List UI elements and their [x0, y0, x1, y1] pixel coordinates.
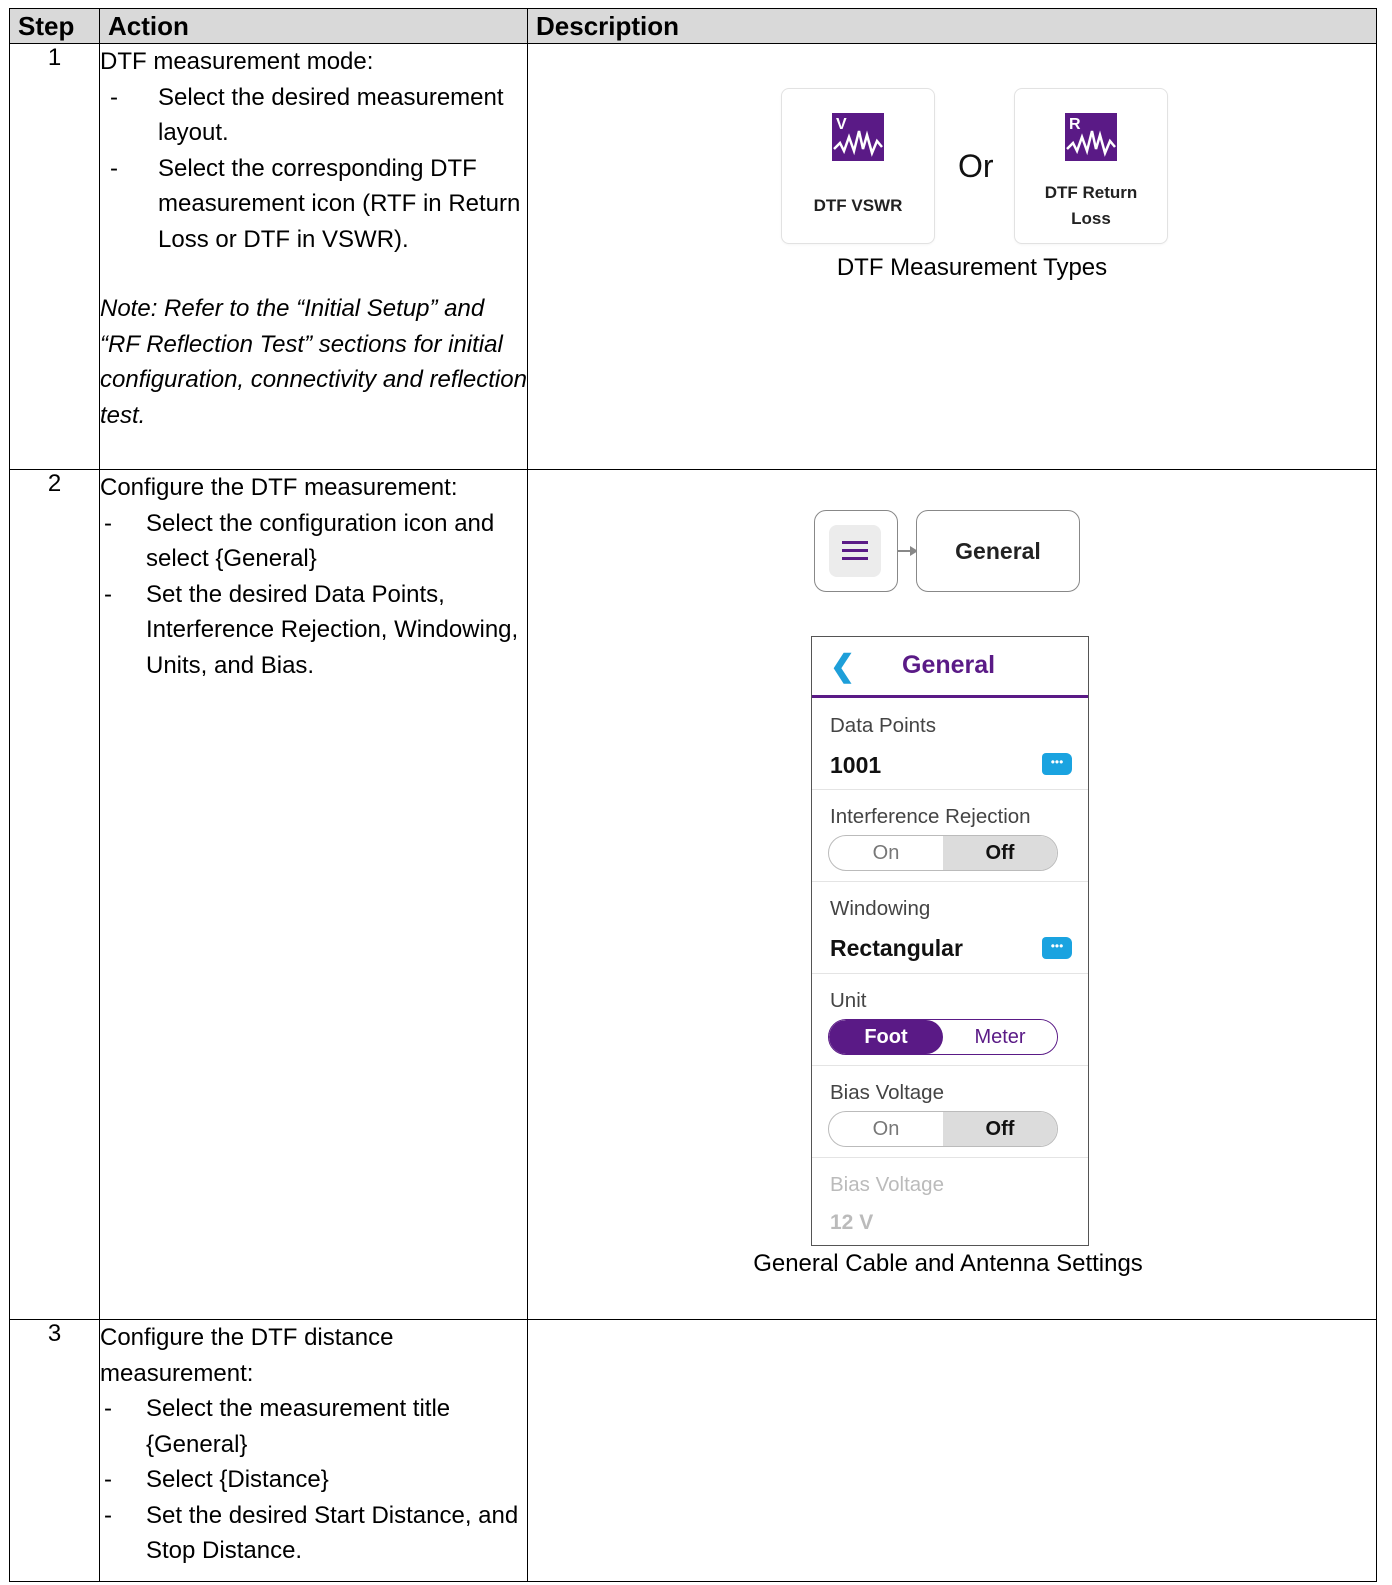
- bias-voltage-level-label: Bias Voltage: [830, 1173, 944, 1196]
- procedure-table: Step Action Description 1 DTF measuremen…: [9, 8, 1377, 1582]
- action-intro: DTF measurement mode:: [100, 48, 374, 75]
- windowing-value: Rectangular: [830, 935, 963, 961]
- toggle-on[interactable]: On: [829, 1112, 943, 1146]
- bullet-item: Select the desired measurement layout.: [100, 80, 527, 151]
- panel-header: ❮ General: [812, 637, 1088, 698]
- general-settings-panel: ❮ General Data Points 1001 ••• Interfere…: [811, 636, 1089, 1246]
- interference-rejection-row: Interference Rejection On Off: [812, 789, 1088, 882]
- bullet-item: Select the measurement title {General}: [100, 1391, 527, 1462]
- toggle-off[interactable]: Off: [943, 836, 1057, 870]
- svg-text:V: V: [836, 116, 847, 133]
- windowing-row[interactable]: Windowing Rectangular •••: [812, 881, 1088, 974]
- or-separator: Or: [958, 148, 994, 184]
- description-cell: General ❮ General Data Points 1001 ••• I…: [527, 469, 1377, 1320]
- bullet-item: Set the desired Start Distance, and Stop…: [100, 1498, 527, 1569]
- header-action: Action: [99, 8, 528, 44]
- chevron-left-icon[interactable]: ❮: [830, 649, 855, 684]
- table-header-row: Step Action Description: [9, 8, 1377, 44]
- action-bullets: Select the desired measurement layout. S…: [100, 80, 527, 258]
- description-cell: V DTF VSWR Or R DTF Return Loss DTF Meas…: [527, 43, 1377, 470]
- svg-text:R: R: [1069, 116, 1081, 133]
- toggle-off[interactable]: Off: [943, 1112, 1057, 1146]
- action-intro: Configure the DTF distance measurement:: [100, 1324, 394, 1387]
- more-dots-icon[interactable]: •••: [1042, 937, 1072, 959]
- data-points-row[interactable]: Data Points 1001 •••: [812, 697, 1088, 790]
- dtf-vswr-label: DTF VSWR: [813, 196, 903, 215]
- unit-row: Unit Foot Meter: [812, 973, 1088, 1066]
- unit-toggle[interactable]: Foot Meter: [828, 1019, 1058, 1055]
- table-row: 2 Configure the DTF measurement: Select …: [9, 469, 1377, 1320]
- bullet-item: Select {Distance}: [100, 1462, 527, 1498]
- bullet-item: Select the configuration icon and select…: [100, 506, 527, 577]
- table-row: 3 Configure the DTF distance measurement…: [9, 1319, 1377, 1582]
- general-button[interactable]: General: [916, 510, 1080, 592]
- bullet-item: Select the corresponding DTF measurement…: [100, 151, 527, 258]
- bias-voltage-level-row: Bias Voltage 12 V: [812, 1157, 1088, 1245]
- action-bullets: Select the configuration icon and select…: [100, 506, 527, 684]
- unit-meter-option[interactable]: Meter: [943, 1020, 1057, 1054]
- dtf-return-loss-tile[interactable]: R DTF Return Loss: [1014, 88, 1168, 244]
- step-number: 1: [9, 43, 100, 470]
- more-dots-icon[interactable]: •••: [1042, 753, 1072, 775]
- header-step: Step: [9, 8, 100, 44]
- hamburger-menu-icon: [829, 525, 881, 577]
- configuration-button[interactable]: [814, 510, 898, 592]
- dtf-vswr-tile[interactable]: V DTF VSWR: [781, 88, 935, 244]
- data-points-value: 1001: [830, 752, 882, 778]
- unit-foot-option[interactable]: Foot: [829, 1020, 943, 1054]
- panel-title: General: [902, 651, 996, 679]
- action-cell: DTF measurement mode: Select the desired…: [99, 43, 528, 470]
- action-cell: Configure the DTF measurement: Select th…: [99, 469, 528, 1320]
- action-bullets: Select the measurement title {General} S…: [100, 1391, 527, 1569]
- dtf-vswr-icon: V: [832, 113, 884, 161]
- action-cell: Configure the DTF distance measurement: …: [99, 1319, 528, 1582]
- toggle-on[interactable]: On: [829, 836, 943, 870]
- figure-caption: General Cable and Antenna Settings: [753, 1250, 1143, 1277]
- bullet-item: Set the desired Data Points, Interferenc…: [100, 577, 527, 684]
- action-intro: Configure the DTF measurement:: [100, 474, 458, 501]
- unit-label: Unit: [830, 989, 867, 1012]
- step-number: 3: [9, 1319, 100, 1582]
- step-number: 2: [9, 469, 100, 1320]
- document-page: Step Action Description 1 DTF measuremen…: [0, 0, 1392, 1585]
- action-note: Note: Refer to the “Initial Setup” and “…: [100, 295, 527, 429]
- figure-caption: DTF Measurement Types: [836, 254, 1108, 281]
- bias-voltage-toggle[interactable]: On Off: [828, 1111, 1058, 1147]
- dtf-return-loss-icon: R: [1065, 113, 1117, 161]
- header-description: Description: [527, 8, 1377, 44]
- bias-voltage-level-value: 12 V: [830, 1211, 874, 1234]
- windowing-label: Windowing: [830, 897, 931, 920]
- interference-rejection-toggle[interactable]: On Off: [828, 835, 1058, 871]
- bias-voltage-row: Bias Voltage On Off: [812, 1065, 1088, 1158]
- dtf-return-loss-label: DTF Return Loss: [1044, 183, 1138, 228]
- table-row: 1 DTF measurement mode: Select the desir…: [9, 43, 1377, 470]
- data-points-label: Data Points: [830, 714, 936, 737]
- bias-voltage-label: Bias Voltage: [830, 1081, 944, 1104]
- description-cell: [527, 1319, 1377, 1582]
- interference-rejection-label: Interference Rejection: [830, 805, 1031, 828]
